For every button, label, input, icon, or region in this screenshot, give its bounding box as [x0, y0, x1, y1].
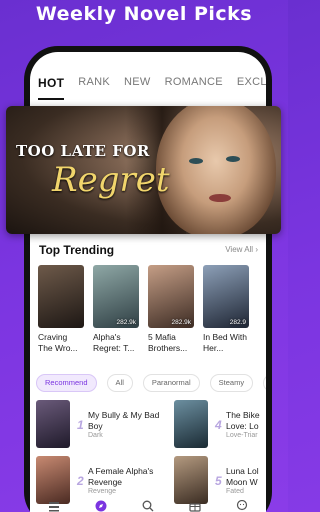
trending-card: Top Trending View All › Craving The Wro.…: [30, 238, 266, 360]
book-genre: Love-Triar: [226, 432, 258, 439]
discover-icon[interactable]: [95, 500, 107, 512]
book-cover: 282.9: [203, 265, 249, 328]
rank-number: 2: [77, 474, 84, 488]
tab-rank[interactable]: RANK: [78, 76, 110, 96]
hero-eye-right: [226, 156, 240, 162]
book-card[interactable]: Craving The Wro...: [38, 265, 84, 354]
rewards-icon[interactable]: [189, 500, 201, 512]
book-cover: [36, 400, 70, 448]
rank-number: 5: [215, 474, 222, 488]
promo-title: Weekly Novel Picks: [35, 3, 253, 25]
chevron-right-icon: ›: [255, 245, 258, 254]
book-title: In Bed With Her...: [203, 332, 247, 353]
tab-new[interactable]: NEW: [124, 76, 151, 96]
list-item[interactable]: 4 The Bike Love: Lo Love-Triar: [174, 400, 266, 450]
book-cover: 282.9k: [93, 265, 139, 328]
reads-count: 282.9k: [171, 319, 191, 326]
hero-lips: [209, 194, 231, 202]
book-cover: [38, 265, 84, 328]
chip-steamy[interactable]: Steamy: [209, 374, 254, 392]
book-genre: Revenge: [88, 488, 117, 495]
hero-title-line2: Regret: [52, 160, 170, 200]
chip-paranormal[interactable]: Paranormal: [142, 374, 200, 392]
hero-banner[interactable]: TOO LATE FOR Regret: [6, 106, 281, 234]
chip-all[interactable]: All: [106, 374, 133, 392]
chip-recommend[interactable]: Recommend: [36, 374, 97, 392]
reads-count: 282.9k: [116, 319, 136, 326]
book-card[interactable]: 282.9k Alpha's Regret: T...: [93, 265, 139, 354]
book-title: Luna Lol Moon W: [226, 466, 259, 487]
trending-title: Top Trending: [39, 243, 115, 257]
tab-exclusive[interactable]: EXCLUS: [237, 76, 266, 96]
hero-face: [156, 106, 276, 234]
profile-icon[interactable]: [236, 500, 248, 512]
genre-chips: Recommend All Paranormal Steamy Ya: [36, 374, 266, 392]
rank-number: 4: [215, 418, 222, 432]
book-title: A Female Alpha's Revenge: [88, 466, 154, 487]
trending-covers: Craving The Wro... 282.9k Alpha's Regret…: [38, 265, 258, 354]
view-all-label: View All: [225, 245, 254, 254]
book-title: Alpha's Regret: T...: [93, 332, 135, 353]
hero-title-line1: TOO LATE FOR: [16, 142, 150, 160]
rank-number: 1: [77, 418, 84, 432]
hero-eye-left: [189, 158, 203, 164]
chip-ya[interactable]: Ya: [263, 374, 266, 392]
book-title: Craving The Wro...: [38, 332, 78, 353]
book-title: 5 Mafia Brothers...: [148, 332, 188, 353]
book-title: The Bike Love: Lo: [226, 410, 260, 431]
list-item[interactable]: 1 My Bully & My Bad Boy Dark: [36, 400, 166, 450]
reads-count: 282.9: [229, 319, 246, 326]
book-genre: Fated: [226, 488, 244, 495]
bottom-nav: [30, 496, 266, 512]
book-title: My Bully & My Bad Boy: [88, 410, 160, 431]
tab-romance[interactable]: ROMANCE: [165, 76, 223, 96]
search-icon[interactable]: [142, 500, 154, 512]
view-all-link[interactable]: View All ›: [225, 245, 258, 254]
book-card[interactable]: 282.9k 5 Mafia Brothers...: [148, 265, 194, 354]
book-card[interactable]: 282.9 In Bed With Her...: [203, 265, 249, 354]
library-icon[interactable]: [48, 500, 60, 512]
book-cover: [174, 400, 208, 448]
book-cover: 282.9k: [148, 265, 194, 328]
category-tabs: HOT RANK NEW ROMANCE EXCLUS: [38, 76, 266, 100]
tab-hot[interactable]: HOT: [38, 76, 65, 100]
book-genre: Dark: [88, 432, 103, 439]
